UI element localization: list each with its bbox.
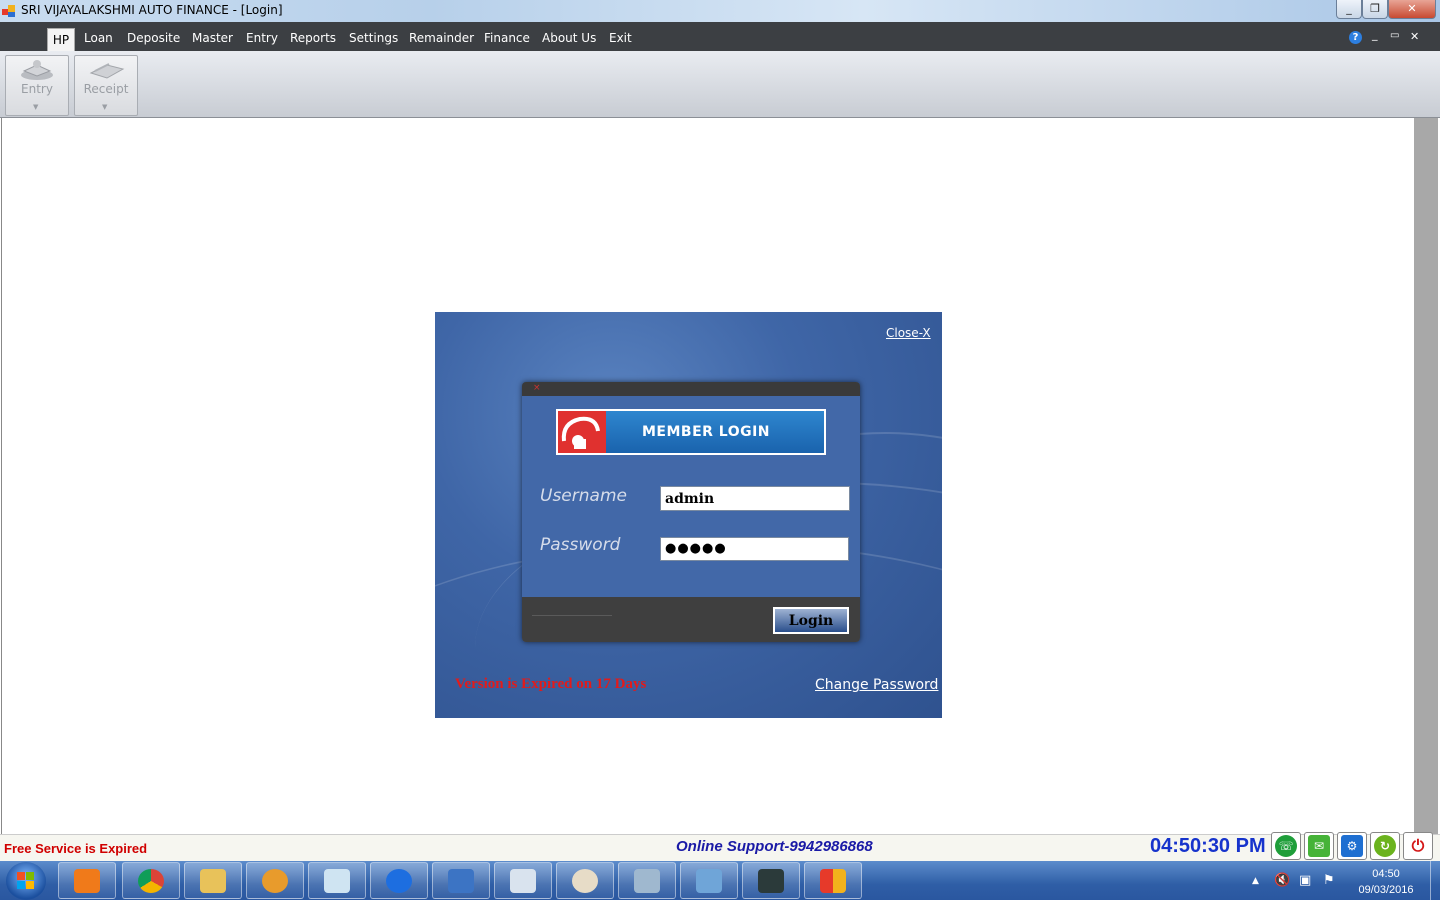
- taskbar-tools[interactable]: [618, 862, 676, 899]
- ribbon-receipt-button[interactable]: Receipt ▼: [74, 55, 138, 116]
- tray-clock[interactable]: 04:50 09/03/2016: [1356, 866, 1416, 898]
- ribbon-entry-label: Entry: [21, 82, 53, 96]
- help-icon[interactable]: ?: [1349, 31, 1362, 44]
- taskbar-terminal[interactable]: [742, 862, 800, 899]
- start-button[interactable]: [6, 862, 46, 900]
- tools-icon: [634, 869, 660, 893]
- mail-icon: ✉: [1308, 835, 1330, 857]
- teamviewer-icon: [386, 869, 412, 893]
- taskbar-calculator[interactable]: [494, 862, 552, 899]
- divider: [532, 615, 612, 616]
- tray-date-text: 09/03/2016: [1358, 884, 1414, 896]
- maximize-button[interactable]: ❐: [1362, 0, 1388, 19]
- login-box-header: [522, 382, 860, 396]
- notepad-icon: [324, 869, 350, 893]
- mdi-restore-icon[interactable]: ▭: [1390, 30, 1399, 41]
- menu-master[interactable]: Master: [192, 31, 233, 45]
- taskbar-file-explorer[interactable]: [184, 862, 242, 899]
- action-center-icon[interactable]: ⚑: [1323, 873, 1335, 888]
- online-support-text: Online Support-9942986868: [676, 838, 873, 855]
- status-clock: 04:50:30 PM: [1150, 835, 1266, 857]
- menu-bar: Loan Deposite Master Entry Reports Setti…: [0, 22, 1440, 51]
- chevron-down-icon: ▼: [33, 103, 39, 111]
- receipt-icon: [87, 59, 125, 81]
- settings-button[interactable]: ⚙: [1337, 832, 1367, 860]
- phone-button[interactable]: ☏: [1271, 832, 1301, 860]
- menu-loan[interactable]: Loan: [84, 31, 113, 45]
- file-explorer-icon: [200, 869, 226, 893]
- volume-muted-icon[interactable]: 🔇: [1274, 873, 1290, 888]
- ribbon: [0, 51, 1440, 118]
- username-label: Username: [540, 486, 627, 506]
- password-input[interactable]: ●●●●●: [660, 537, 849, 561]
- taskbar-chrome[interactable]: [122, 862, 180, 899]
- menu-hp[interactable]: HP: [47, 28, 75, 52]
- username-input[interactable]: [660, 486, 850, 511]
- tray-time-text: 04:50: [1372, 868, 1400, 880]
- paint-palette-icon: [572, 869, 598, 893]
- calculator-icon: [510, 869, 536, 893]
- version-expiry-notice: Version is Expired on 17 Days: [455, 676, 647, 692]
- ribbon-receipt-label: Receipt: [83, 82, 129, 96]
- banner-title: MEMBER LOGIN: [641, 424, 771, 440]
- power-button[interactable]: ⏻: [1403, 832, 1433, 860]
- mdi-close-icon[interactable]: ✕: [1410, 30, 1419, 43]
- taskbar-paint[interactable]: [246, 862, 304, 899]
- app-icon: [820, 869, 846, 893]
- menu-deposite[interactable]: Deposite: [127, 31, 180, 45]
- photo-viewer-icon: [696, 869, 722, 893]
- change-password-link[interactable]: Change Password: [815, 677, 938, 693]
- windows-logo-icon: [17, 872, 34, 889]
- chrome-icon: [138, 869, 164, 893]
- mdi-minimize-icon[interactable]: _: [1372, 28, 1378, 41]
- refresh-icon: ↻: [1374, 835, 1396, 857]
- taskbar-computer[interactable]: [432, 862, 490, 899]
- phone-icon: ☏: [1275, 835, 1297, 857]
- window-title: SRI VIJAYALAKSHMI AUTO FINANCE - [Login]: [21, 3, 283, 17]
- minimize-button[interactable]: _: [1336, 0, 1362, 19]
- close-window-button[interactable]: ✕: [1388, 0, 1436, 19]
- login-button[interactable]: Login: [773, 607, 849, 634]
- menu-exit[interactable]: Exit: [609, 31, 632, 45]
- taskbar-finance-app[interactable]: [804, 862, 862, 899]
- media-player-icon: [74, 869, 100, 893]
- terminal-icon: [758, 869, 784, 893]
- computer-icon: [448, 869, 474, 893]
- menu-settings[interactable]: Settings: [349, 31, 398, 45]
- settings-icon: ⚙: [1341, 835, 1363, 857]
- close-icon[interactable]: ×: [533, 383, 541, 393]
- mail-button[interactable]: ✉: [1304, 832, 1334, 860]
- app-icon: [2, 5, 15, 17]
- taskbar-teamviewer[interactable]: [370, 862, 428, 899]
- menu-entry[interactable]: Entry: [246, 31, 278, 45]
- taskbar-paint-palette[interactable]: [556, 862, 614, 899]
- menu-remainder[interactable]: Remainder: [409, 31, 474, 45]
- taskbar-notepad[interactable]: [308, 862, 366, 899]
- chevron-down-icon: ▼: [102, 103, 108, 111]
- lock-icon: [558, 411, 606, 453]
- paint-icon: [262, 869, 288, 893]
- password-label: Password: [540, 535, 621, 555]
- book-icon: [18, 59, 56, 81]
- taskbar-media-player[interactable]: [58, 862, 116, 899]
- vertical-scrollbar[interactable]: [1414, 118, 1438, 834]
- menu-about-us[interactable]: About Us: [542, 31, 596, 45]
- service-status-text: Free Service is Expired: [4, 841, 148, 856]
- close-login-link[interactable]: Close-X: [886, 326, 931, 340]
- tray-expand-icon[interactable]: ▲: [1252, 876, 1259, 886]
- network-icon[interactable]: ▣: [1299, 873, 1311, 888]
- power-icon: ⏻: [1407, 835, 1429, 857]
- taskbar-photo-viewer[interactable]: [680, 862, 738, 899]
- menu-reports[interactable]: Reports: [290, 31, 336, 45]
- menu-finance[interactable]: Finance: [484, 31, 530, 45]
- ribbon-entry-button[interactable]: Entry ▼: [5, 55, 69, 116]
- show-desktop-button[interactable]: [1430, 861, 1440, 900]
- refresh-button[interactable]: ↻: [1370, 832, 1400, 860]
